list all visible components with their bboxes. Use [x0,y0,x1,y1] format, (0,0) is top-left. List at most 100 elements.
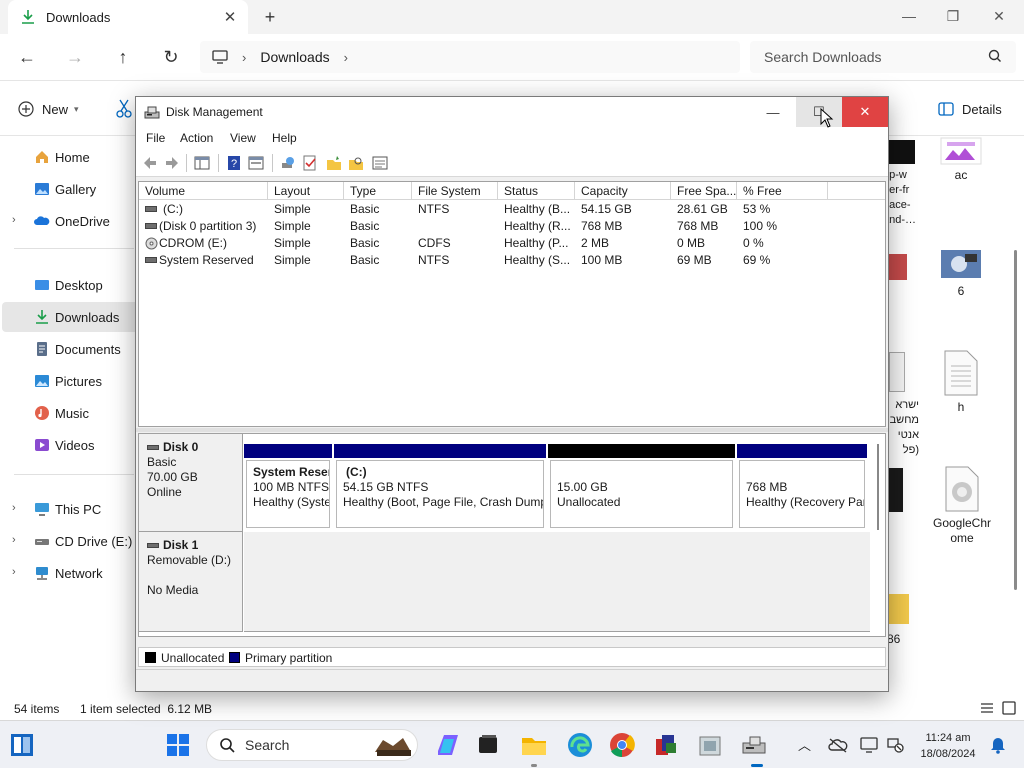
large-icons-view-icon[interactable] [1002,701,1016,715]
folder-icon[interactable] [887,594,909,624]
menu-view[interactable]: View [230,131,256,145]
explorer-close-button[interactable]: ✕ [976,0,1022,32]
network-status-icon[interactable] [886,737,904,753]
menu-file[interactable]: File [146,131,165,145]
sidebar-item-videos[interactable]: Videos [2,430,145,460]
disk-management-taskbar-icon[interactable] [740,731,768,759]
column-header-free-space[interactable]: Free Spa... [671,182,737,200]
partition-type-bar [244,444,332,458]
chrome-icon[interactable] [608,731,636,759]
close-tab-icon[interactable]: ✕ [218,5,242,29]
details-button[interactable]: Details [938,97,1002,121]
sidebar-item-network[interactable]: › Network [2,558,145,588]
check-disk-icon[interactable] [302,155,318,171]
scrollbar-thumb[interactable] [1014,250,1017,590]
show-hide-console-tree-icon[interactable] [194,155,210,171]
column-header-capacity[interactable]: Capacity [575,182,671,200]
chevron-right-icon[interactable]: › [12,534,16,546]
notification-bell-icon[interactable] [990,736,1006,754]
partition-system-reserved[interactable]: System Reser 100 MB NTFS Healthy (Syste [244,444,332,530]
dm-minimize-button[interactable]: — [750,97,796,127]
volume-row[interactable]: System Reserved Simple Basic NTFS Health… [139,252,885,269]
partition-c[interactable]: (C:) 54.15 GB NTFS Healthy (Boot, Page F… [334,444,546,530]
sidebar-item-documents[interactable]: Documents [2,334,145,364]
cut-icon[interactable] [116,99,132,119]
taskbar-search-box[interactable]: Search [206,729,418,761]
new-button[interactable]: New ▾ [18,97,79,121]
back-button[interactable]: ← [12,42,42,72]
task-view-icon[interactable] [474,731,502,759]
sidebar-item-music[interactable]: Music [2,398,145,428]
volume-row[interactable]: CDROM (E:) Simple Basic CDFS Healthy (P.… [139,235,885,252]
volume-row[interactable]: (C:) Simple Basic NTFS Healthy (B... 54.… [139,201,885,218]
search-folder-icon[interactable] [348,155,364,171]
partition-unallocated[interactable]: 15.00 GB Unallocated [548,444,735,530]
column-header-file-system[interactable]: File System [412,182,498,200]
file-thumbnail[interactable] [885,140,915,164]
display-icon[interactable] [860,737,878,753]
column-header-volume[interactable]: Volume [139,182,268,200]
column-header-percent-free[interactable]: % Free [737,182,828,200]
file-item[interactable]: ac [931,136,991,182]
winrar-icon[interactable] [652,731,680,759]
sidebar-item-gallery[interactable]: Gallery [2,174,145,204]
breadcrumb-downloads[interactable]: Downloads [260,49,329,65]
edge-icon[interactable] [566,731,594,759]
sidebar-item-pictures[interactable]: Pictures [2,366,145,396]
chevron-right-icon[interactable]: › [344,50,348,65]
new-folder-icon[interactable] [326,155,342,171]
chevron-right-icon[interactable]: › [12,502,16,514]
sidebar-item-downloads[interactable]: Downloads [2,302,145,332]
address-bar[interactable]: › Downloads › [200,41,740,73]
file-explorer-icon[interactable] [520,731,548,759]
onedrive-offline-icon[interactable] [828,737,848,753]
refresh-button[interactable]: ↻ [156,42,186,72]
dm-title-bar[interactable]: Disk Management — ☐ ✕ [136,97,888,127]
file-item[interactable]: GoogleChr ome [929,466,995,546]
forward-button[interactable]: → [60,42,90,72]
clock[interactable]: 11:24 am 18/08/2024 [908,730,988,762]
new-tab-button[interactable]: + [258,5,282,29]
text-file-icon[interactable] [889,352,905,392]
volume-row[interactable]: (Disk 0 partition 3) Simple Basic Health… [139,218,885,235]
details-view-icon[interactable] [980,702,994,714]
vertical-scrollbar[interactable] [1014,140,1018,680]
column-header-layout[interactable]: Layout [268,182,344,200]
installer-icon[interactable] [696,731,724,759]
chevron-up-icon[interactable]: ︿ [798,735,811,754]
explorer-minimize-button[interactable]: — [886,0,932,32]
widgets-icon[interactable] [10,733,34,757]
chevron-right-icon[interactable]: › [12,566,16,578]
column-header-status[interactable]: Status [498,182,575,200]
dm-maximize-button[interactable]: ☐ [796,97,842,127]
chevron-right-icon[interactable]: › [12,214,16,226]
file-item[interactable]: h [931,350,991,414]
help-icon[interactable]: ? [226,155,242,171]
disk-0-label[interactable]: Disk 0 Basic 70.00 GB Online [139,434,243,532]
menu-action[interactable]: Action [180,131,213,145]
up-button[interactable]: ↑ [108,42,138,72]
sidebar-item-onedrive[interactable]: › OneDrive [2,206,145,236]
menu-help[interactable]: Help [272,131,297,145]
back-arrow-icon[interactable] [142,155,158,171]
properties-pane-icon[interactable] [248,155,264,171]
copilot-icon[interactable] [434,731,462,759]
start-icon[interactable] [166,733,190,757]
disk-1-label[interactable]: Disk 1 Removable (D:) No Media [139,532,243,632]
explorer-tab-downloads[interactable]: Downloads ✕ [8,0,248,34]
search-input[interactable]: Search Downloads [750,41,1016,73]
forward-arrow-icon[interactable] [164,155,180,171]
dm-close-button[interactable]: ✕ [842,97,888,127]
file-item[interactable]: 6 [931,248,991,298]
sidebar-item-desktop[interactable]: Desktop [2,270,145,300]
disk-pane-scrollbar[interactable] [877,444,879,530]
sidebar-item-home[interactable]: Home [2,142,145,172]
sidebar-item-cd-drive[interactable]: › CD Drive (E:) CD [2,526,145,556]
connect-drive-icon[interactable] [280,155,296,171]
partition-recovery[interactable]: 768 MB Healthy (Recovery Par [737,444,867,530]
pane-splitter[interactable] [136,428,888,432]
explorer-restore-button[interactable]: ❐ [930,0,976,32]
column-header-type[interactable]: Type [344,182,412,200]
sidebar-item-this-pc[interactable]: › This PC [2,494,145,524]
list-view-icon[interactable] [372,155,388,171]
